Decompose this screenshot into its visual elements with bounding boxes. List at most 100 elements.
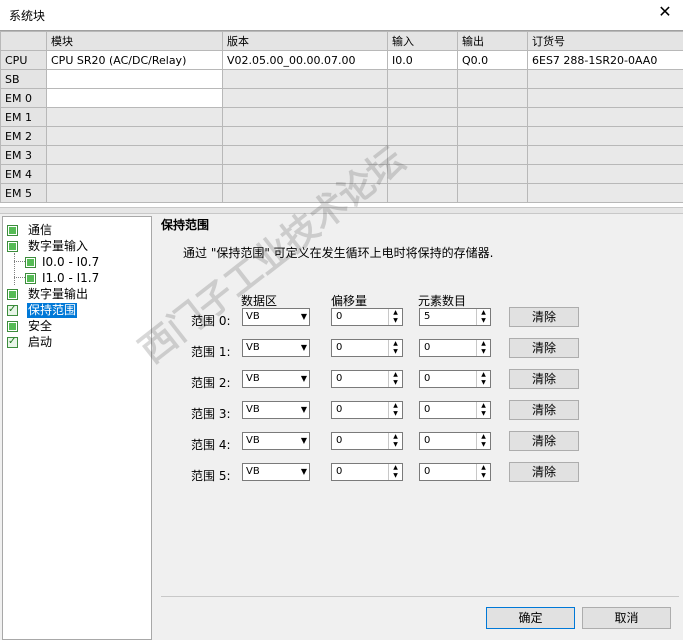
pane-splitter[interactable] — [0, 207, 683, 214]
count-spinner[interactable]: 0 ▲ ▼ — [419, 370, 491, 388]
module-cell[interactable]: CPU SR20 (AC/DC/Relay) — [46, 50, 223, 70]
grid-header-input: 输入 — [387, 31, 458, 51]
range-label: 范围 0: — [191, 314, 231, 328]
count-spinner[interactable]: 0 ▲ ▼ — [419, 463, 491, 481]
chevron-down-icon: ▼ — [300, 467, 307, 476]
count-spinner[interactable]: 0 ▲ ▼ — [419, 339, 491, 357]
row-header: EM 5 — [0, 183, 47, 203]
spin-up-icon[interactable]: ▲ — [477, 402, 490, 410]
data-area-select[interactable]: VB ▼ — [242, 432, 310, 450]
row-header: EM 0 — [0, 88, 47, 108]
spin-down-icon[interactable]: ▼ — [389, 472, 402, 480]
offset-spinner[interactable]: 0 ▲ ▼ — [331, 370, 403, 388]
tree-connector — [14, 253, 15, 285]
clear-button[interactable]: 清除 — [509, 369, 579, 389]
spin-up-icon[interactable]: ▲ — [477, 309, 490, 317]
spinner-value: 0 — [336, 466, 343, 477]
offset-spinner[interactable]: 0 ▲ ▼ — [331, 401, 403, 419]
table-row[interactable]: EM 1 — [0, 107, 683, 127]
spin-up-icon[interactable]: ▲ — [477, 371, 490, 379]
spin-down-icon[interactable]: ▼ — [477, 441, 490, 449]
spin-up-icon[interactable]: ▲ — [389, 340, 402, 348]
clear-button[interactable]: 清除 — [509, 338, 579, 358]
table-row[interactable]: SB — [0, 69, 683, 89]
clear-button[interactable]: 清除 — [509, 400, 579, 420]
data-area-select[interactable]: VB ▼ — [242, 339, 310, 357]
order-cell — [527, 88, 683, 108]
clear-button[interactable]: 清除 — [509, 462, 579, 482]
table-row[interactable]: EM 3 — [0, 145, 683, 165]
range-label: 范围 2: — [191, 376, 231, 390]
module-cell[interactable] — [46, 107, 223, 127]
module-grid: 模块 版本 输入 输出 订货号 CPU CPU SR20 (AC/DC/Rela… — [0, 30, 683, 207]
panel-description: 通过 "保持范围" 可定义在发生循环上电时将保持的存储器. — [183, 246, 494, 260]
cancel-button[interactable]: 取消 — [582, 607, 671, 629]
data-area-select[interactable]: VB ▼ — [242, 370, 310, 388]
status-square-icon — [7, 225, 18, 236]
input-cell — [387, 126, 458, 146]
clear-button[interactable]: 清除 — [509, 431, 579, 451]
offset-spinner[interactable]: 0 ▲ ▼ — [331, 308, 403, 326]
table-row[interactable]: EM 4 — [0, 164, 683, 184]
status-square-icon — [7, 241, 18, 252]
tree-item-label: 安全 — [28, 319, 53, 333]
spin-up-icon[interactable]: ▲ — [389, 402, 402, 410]
spin-down-icon[interactable]: ▼ — [389, 441, 402, 449]
module-cell[interactable] — [46, 88, 223, 108]
grid-header-module: 模块 — [46, 31, 223, 51]
spin-down-icon[interactable]: ▼ — [389, 410, 402, 418]
spinner-value: 0 — [424, 466, 431, 477]
spin-down-icon[interactable]: ▼ — [389, 348, 402, 356]
chevron-down-icon: ▼ — [300, 436, 307, 445]
spinner-buttons: ▲ ▼ — [476, 309, 490, 325]
spin-up-icon[interactable]: ▲ — [477, 340, 490, 348]
module-cell[interactable] — [46, 69, 223, 89]
clear-button[interactable]: 清除 — [509, 307, 579, 327]
input-cell — [387, 69, 458, 89]
spin-up-icon[interactable]: ▲ — [389, 371, 402, 379]
spin-down-icon[interactable]: ▼ — [477, 348, 490, 356]
spinner-buttons: ▲ ▼ — [388, 433, 402, 449]
spin-down-icon[interactable]: ▼ — [477, 317, 490, 325]
output-cell — [457, 126, 528, 146]
spin-up-icon[interactable]: ▲ — [389, 433, 402, 441]
chevron-down-icon: ▼ — [300, 405, 307, 414]
table-row[interactable]: EM 0 — [0, 88, 683, 108]
table-row[interactable]: CPU CPU SR20 (AC/DC/Relay) V02.05.00_00.… — [0, 50, 683, 70]
module-cell[interactable] — [46, 145, 223, 165]
offset-spinner[interactable]: 0 ▲ ▼ — [331, 463, 403, 481]
spin-down-icon[interactable]: ▼ — [389, 317, 402, 325]
spinner-value: 0 — [424, 435, 431, 446]
data-area-select[interactable]: VB ▼ — [242, 463, 310, 481]
spinner-value: 0 — [424, 342, 431, 353]
data-area-select[interactable]: VB ▼ — [242, 401, 310, 419]
table-row[interactable]: EM 2 — [0, 126, 683, 146]
close-icon[interactable]: ✕ — [657, 4, 673, 20]
module-cell[interactable] — [46, 164, 223, 184]
tree-item-label: 保持范围 — [27, 303, 78, 318]
spin-up-icon[interactable]: ▲ — [389, 464, 402, 472]
spin-down-icon[interactable]: ▼ — [389, 379, 402, 387]
spinner-value: 5 — [424, 311, 431, 322]
count-spinner[interactable]: 5 ▲ ▼ — [419, 308, 491, 326]
chevron-down-icon: ▼ — [300, 343, 307, 352]
spin-down-icon[interactable]: ▼ — [477, 472, 490, 480]
offset-spinner[interactable]: 0 ▲ ▼ — [331, 339, 403, 357]
version-cell — [222, 88, 388, 108]
spin-down-icon[interactable]: ▼ — [477, 379, 490, 387]
table-row[interactable]: EM 5 — [0, 183, 683, 203]
data-area-select[interactable]: VB ▼ — [242, 308, 310, 326]
spin-up-icon[interactable]: ▲ — [477, 464, 490, 472]
spin-down-icon[interactable]: ▼ — [477, 410, 490, 418]
spin-up-icon[interactable]: ▲ — [477, 433, 490, 441]
count-spinner[interactable]: 0 ▲ ▼ — [419, 432, 491, 450]
status-square-icon — [25, 257, 36, 268]
offset-spinner[interactable]: 0 ▲ ▼ — [331, 432, 403, 450]
ok-button[interactable]: 确定 — [486, 607, 575, 629]
module-cell[interactable] — [46, 126, 223, 146]
count-spinner[interactable]: 0 ▲ ▼ — [419, 401, 491, 419]
spinner-buttons: ▲ ▼ — [388, 309, 402, 325]
spin-up-icon[interactable]: ▲ — [389, 309, 402, 317]
range-label: 范围 4: — [191, 438, 231, 452]
module-cell[interactable] — [46, 183, 223, 203]
